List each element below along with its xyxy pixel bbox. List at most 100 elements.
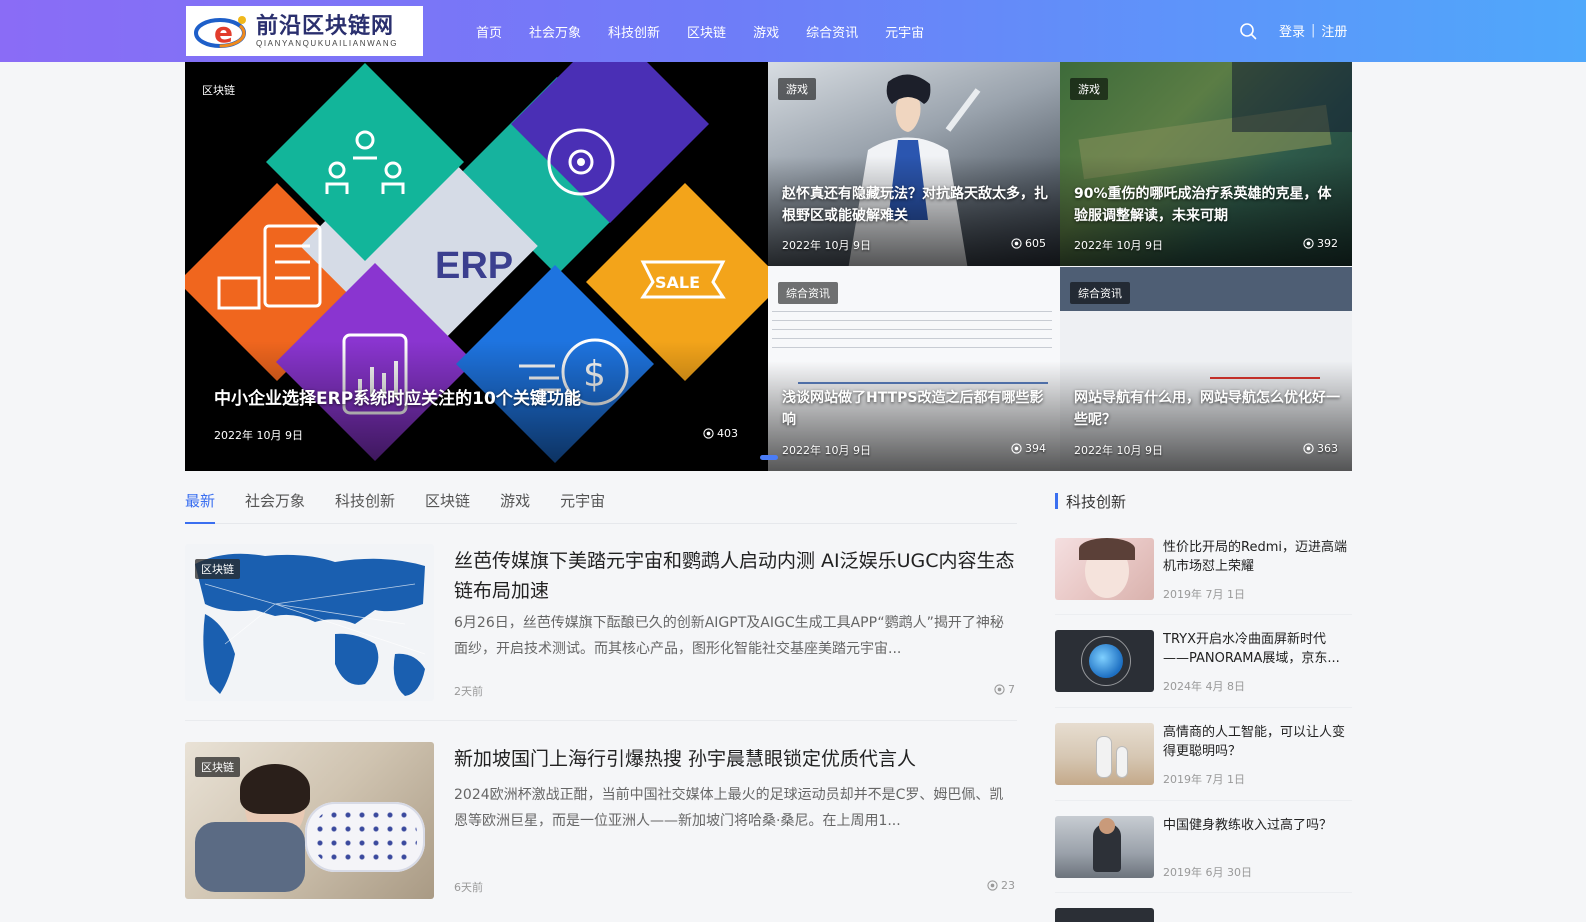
hero-cell-3-views: 394 <box>1011 442 1046 455</box>
sidebar-item-date: 2019年 7月 1日 <box>1163 588 1245 601</box>
post-thumbnail[interactable]: 区块链 <box>185 544 434 701</box>
sidebar-next-thumbnail[interactable] <box>1055 908 1154 922</box>
hero-cell-2-views: 392 <box>1303 237 1338 250</box>
post-divider <box>185 720 1017 721</box>
sidebar-item-title[interactable]: TRYX开启水冷曲面屏新时代——PANORAMA展域，京东... <box>1163 630 1351 668</box>
auth-links: 登录 | 注册 <box>1279 21 1347 40</box>
search-icon[interactable] <box>1239 22 1257 40</box>
nav-tech[interactable]: 科技创新 <box>608 22 660 41</box>
hero-cell-1-date: 2022年 10月 9日 <box>782 239 871 252</box>
hero-cell-4-views-count: 363 <box>1317 442 1338 455</box>
sidebar-thumbnail[interactable] <box>1055 630 1154 692</box>
sidebar-heading: 科技创新 <box>1055 491 1126 511</box>
pillow-dots <box>313 808 417 866</box>
carousel-indicator[interactable] <box>760 455 778 460</box>
sidebar-item-date: 2019年 6月 30日 <box>1163 866 1252 879</box>
sidebar-item[interactable]: 性价比开局的Redmi，迈进高端机市场怼上荣耀 2019年 7月 1日 <box>1055 538 1352 614</box>
sidebar-item[interactable]: 高情商的人工智能，可以让人变得更聪明吗？ 2019年 7月 1日 <box>1055 723 1352 799</box>
hero-cell-2[interactable]: 游戏 90%重伤的哪吒成治疗系英雄的克星，体验服调整解读，未来可期 2022年 … <box>1060 62 1352 266</box>
auth-separator: | <box>1311 23 1316 38</box>
hero-cell-1-title[interactable]: 赵怀真还有隐藏玩法？对抗路天敌太多，扎根野区或能破解难关 <box>782 183 1050 227</box>
doc-lines <box>772 311 1052 351</box>
sidebar-thumbnail[interactable] <box>1055 723 1154 785</box>
eye-icon <box>987 880 998 891</box>
post-views: 7 <box>994 683 1015 696</box>
svg-text:e: e <box>214 16 233 49</box>
eye-icon <box>703 428 714 439</box>
erp-label: ERP <box>435 245 514 287</box>
post-item[interactable]: 区块链 丝芭传媒旗下美踏元宇宙和鹦鹉人启动内测 AI泛娱乐UGC内容生态链布局加… <box>185 544 1017 701</box>
tab-society[interactable]: 社会万象 <box>245 490 305 524</box>
robot-figure-small <box>1117 747 1127 777</box>
nav-metaverse[interactable]: 元宇宙 <box>885 22 924 41</box>
hero-cell-3-tag[interactable]: 综合资讯 <box>778 282 838 304</box>
category-tabs: 最新 社会万象 科技创新 区块链 游戏 元宇宙 <box>185 490 1017 524</box>
post-thumbnail[interactable]: 区块链 <box>185 742 434 899</box>
post-title[interactable]: 新加坡国门上海行引爆热搜 孙宇晨慧眼锁定优质代言人 <box>454 744 1016 774</box>
nav-games[interactable]: 游戏 <box>753 22 779 41</box>
sidebar-divider <box>1055 707 1352 708</box>
gear-globe-icon <box>547 128 615 196</box>
hero-main-slide[interactable]: ERP SALE $ 区块链 <box>185 62 768 471</box>
hero-cell-1[interactable]: 游戏 赵怀真还有隐藏玩法？对抗路天敌太多，扎根野区或能破解难关 2022年 10… <box>768 62 1060 266</box>
hero-main-title[interactable]: 中小企业选择ERP系统时应关注的10个关键功能 <box>214 387 734 411</box>
hair-shape <box>1079 538 1135 560</box>
post-tag[interactable]: 区块链 <box>195 559 240 579</box>
tab-metaverse[interactable]: 元宇宙 <box>560 490 605 524</box>
hero-cell-3-title[interactable]: 浅谈网站做了HTTPS改造之后都有哪些影响 <box>782 387 1050 431</box>
hero-main-tag[interactable]: 区块链 <box>195 79 242 101</box>
sidebar-item-date: 2024年 4月 8日 <box>1163 680 1245 693</box>
hero-cell-2-title[interactable]: 90%重伤的哪吒成治疗系英雄的克星，体验服调整解读，未来可期 <box>1074 183 1342 227</box>
sidebar-item-title[interactable]: 性价比开局的Redmi，迈进高端机市场怼上荣耀 <box>1163 538 1351 576</box>
nav-blockchain[interactable]: 区块链 <box>687 22 726 41</box>
hero-cell-1-tag[interactable]: 游戏 <box>778 78 816 100</box>
post-title[interactable]: 丝芭传媒旗下美踏元宇宙和鹦鹉人启动内测 AI泛娱乐UGC内容生态链布局加速 <box>454 546 1016 606</box>
sidebar-divider <box>1055 892 1352 893</box>
hero-cell-3[interactable]: 综合资讯 浅谈网站做了HTTPS改造之后都有哪些影响 2022年 10月 9日 … <box>768 267 1060 471</box>
post-time: 6天前 <box>454 881 483 894</box>
sidebar-item-title[interactable]: 中国健身教练收入过高了吗？ <box>1163 816 1351 854</box>
login-link[interactable]: 登录 <box>1279 21 1305 40</box>
main-nav: 首页 社会万象 科技创新 区块链 游戏 综合资讯 元宇宙 <box>476 0 951 62</box>
hero-cell-4-title[interactable]: 网站导航有什么用，网站导航怎么优化好一些呢？ <box>1074 387 1342 431</box>
logo-subtitle: QIANYANQUKUAILIANWANG <box>256 39 399 48</box>
nav-home[interactable]: 首页 <box>476 22 502 41</box>
post-item[interactable]: 区块链 新加坡国门上海行引爆热搜 孙宇晨慧眼锁定优质代言人 2024欧洲杯激战正… <box>185 742 1017 899</box>
post-excerpt: 6月26日，丝芭传媒旗下酝酿已久的创新AIGPT及AIGC生成工具APP“鹦鹉人… <box>454 615 1004 657</box>
person-overalls <box>195 822 305 892</box>
tab-latest[interactable]: 最新 <box>185 490 216 524</box>
hero-main-views: 403 <box>703 427 738 440</box>
hero-cell-2-views-count: 392 <box>1317 237 1338 250</box>
robot-figure <box>1097 737 1111 777</box>
sidebar-heading-bar <box>1055 493 1058 509</box>
register-link[interactable]: 注册 <box>1321 21 1347 40</box>
hero-cell-1-views: 605 <box>1011 237 1046 250</box>
athlete-head <box>1099 818 1115 834</box>
sidebar-item[interactable]: TRYX开启水冷曲面屏新时代——PANORAMA展域，京东... 2024年 4… <box>1055 630 1352 706</box>
hero-cell-4-date: 2022年 10月 9日 <box>1074 444 1163 457</box>
sidebar-title: 科技创新 <box>1066 492 1127 511</box>
sidebar-thumbnail[interactable] <box>1055 538 1154 600</box>
logo-title: 前沿区块链网 <box>256 13 395 39</box>
nav-news[interactable]: 综合资讯 <box>806 22 858 41</box>
sidebar-item[interactable]: 中国健身教练收入过高了吗？ 2019年 6月 30日 <box>1055 816 1352 892</box>
hero-cell-2-tag[interactable]: 游戏 <box>1070 78 1108 100</box>
tab-tech[interactable]: 科技创新 <box>335 490 395 524</box>
hero-main-views-count: 403 <box>717 427 738 440</box>
sidebar-item-title[interactable]: 高情商的人工智能，可以让人变得更聪明吗？ <box>1163 723 1351 761</box>
tab-blockchain[interactable]: 区块链 <box>425 490 470 524</box>
tab-games[interactable]: 游戏 <box>500 490 530 524</box>
eye-icon <box>1011 238 1022 249</box>
nav-society[interactable]: 社会万象 <box>529 22 581 41</box>
post-tag[interactable]: 区块链 <box>195 757 240 777</box>
eye-icon <box>1303 443 1314 454</box>
person-hair <box>240 764 310 814</box>
game-hud <box>1232 62 1352 132</box>
hero-cell-4-tag[interactable]: 综合资讯 <box>1070 282 1130 304</box>
sidebar-thumbnail[interactable] <box>1055 816 1154 878</box>
sidebar-item-date: 2019年 7月 1日 <box>1163 773 1245 786</box>
site-logo[interactable]: e 前沿区块链网 QIANYANQUKUAILIANWANG <box>186 6 423 56</box>
hero-cell-3-views-count: 394 <box>1025 442 1046 455</box>
hero-cell-4[interactable]: 综合资讯 网站导航有什么用，网站导航怎么优化好一些呢？ 2022年 10月 9日… <box>1060 267 1352 471</box>
logo-emblem-icon: e <box>194 16 246 49</box>
